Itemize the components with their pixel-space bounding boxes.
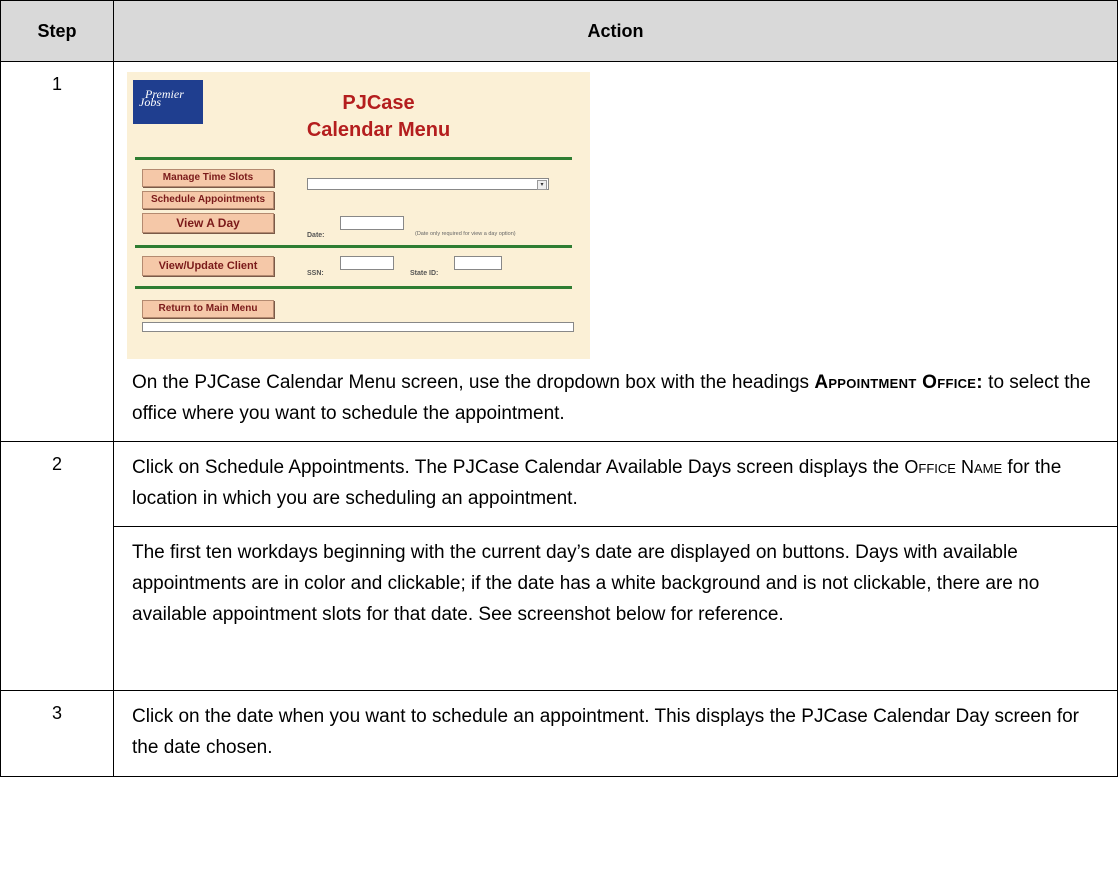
- instruction-table: Step Action 1 Premier Jobs PJCase Calenda…: [0, 0, 1118, 777]
- action-cell: Click on the date when you want to sched…: [113, 690, 1118, 777]
- status-field: [142, 322, 574, 332]
- action-cell: Premier Jobs PJCase Calendar Menu Manage …: [113, 61, 1118, 442]
- step3-instruction: Click on the date when you want to sched…: [132, 706, 1080, 758]
- cell-divider: [114, 526, 1117, 527]
- ssn-input[interactable]: [340, 256, 394, 270]
- step-number: 1: [0, 61, 114, 442]
- pjcase-calendar-menu-screenshot: Premier Jobs PJCase Calendar Menu Manage …: [127, 72, 590, 359]
- table-row: 3 Click on the date when you want to sch…: [0, 690, 1118, 777]
- table-row: 2 Click on Schedule Appointments. The PJ…: [0, 441, 1118, 691]
- manage-time-slots-button[interactable]: Manage Time Slots: [142, 169, 274, 187]
- state-id-label: State ID:: [410, 270, 439, 277]
- step2-paragraph-1: Click on Schedule Appointments. The PJCa…: [132, 457, 1062, 509]
- divider: [135, 286, 572, 289]
- action-cell: Click on Schedule Appointments. The PJCa…: [113, 441, 1118, 691]
- appointment-office-heading: Appointment Office:: [814, 372, 983, 393]
- step-number: 2: [0, 441, 114, 691]
- divider: [135, 245, 572, 248]
- state-id-input[interactable]: [454, 256, 502, 270]
- table-row: 1 Premier Jobs PJCase Calendar Menu Manag…: [0, 61, 1118, 442]
- action-column-header: Action: [113, 0, 1118, 62]
- date-input[interactable]: [340, 216, 404, 230]
- step-column-header: Step: [0, 0, 114, 62]
- table-header-row: Step Action: [0, 0, 1118, 62]
- schedule-appointments-button[interactable]: Schedule Appointments: [142, 191, 274, 209]
- chevron-down-icon: ▾: [537, 180, 547, 190]
- screenshot-title-line2: Calendar Menu: [306, 119, 451, 141]
- screenshot-title-line1: PJCase: [342, 92, 415, 114]
- step1-instruction: On the PJCase Calendar Menu screen, use …: [132, 372, 1091, 424]
- step2-paragraph-2: The first ten workdays beginning with th…: [132, 542, 1040, 625]
- office-name-term: Office Name: [904, 457, 1003, 477]
- divider: [135, 157, 572, 160]
- view-update-client-button[interactable]: View/Update Client: [142, 256, 274, 276]
- step-number: 3: [0, 690, 114, 777]
- view-a-day-button[interactable]: View A Day: [142, 213, 274, 233]
- ssn-label: SSN:: [307, 270, 324, 277]
- return-to-main-menu-button[interactable]: Return to Main Menu: [142, 300, 274, 318]
- appointment-office-dropdown[interactable]: ▾: [307, 178, 549, 190]
